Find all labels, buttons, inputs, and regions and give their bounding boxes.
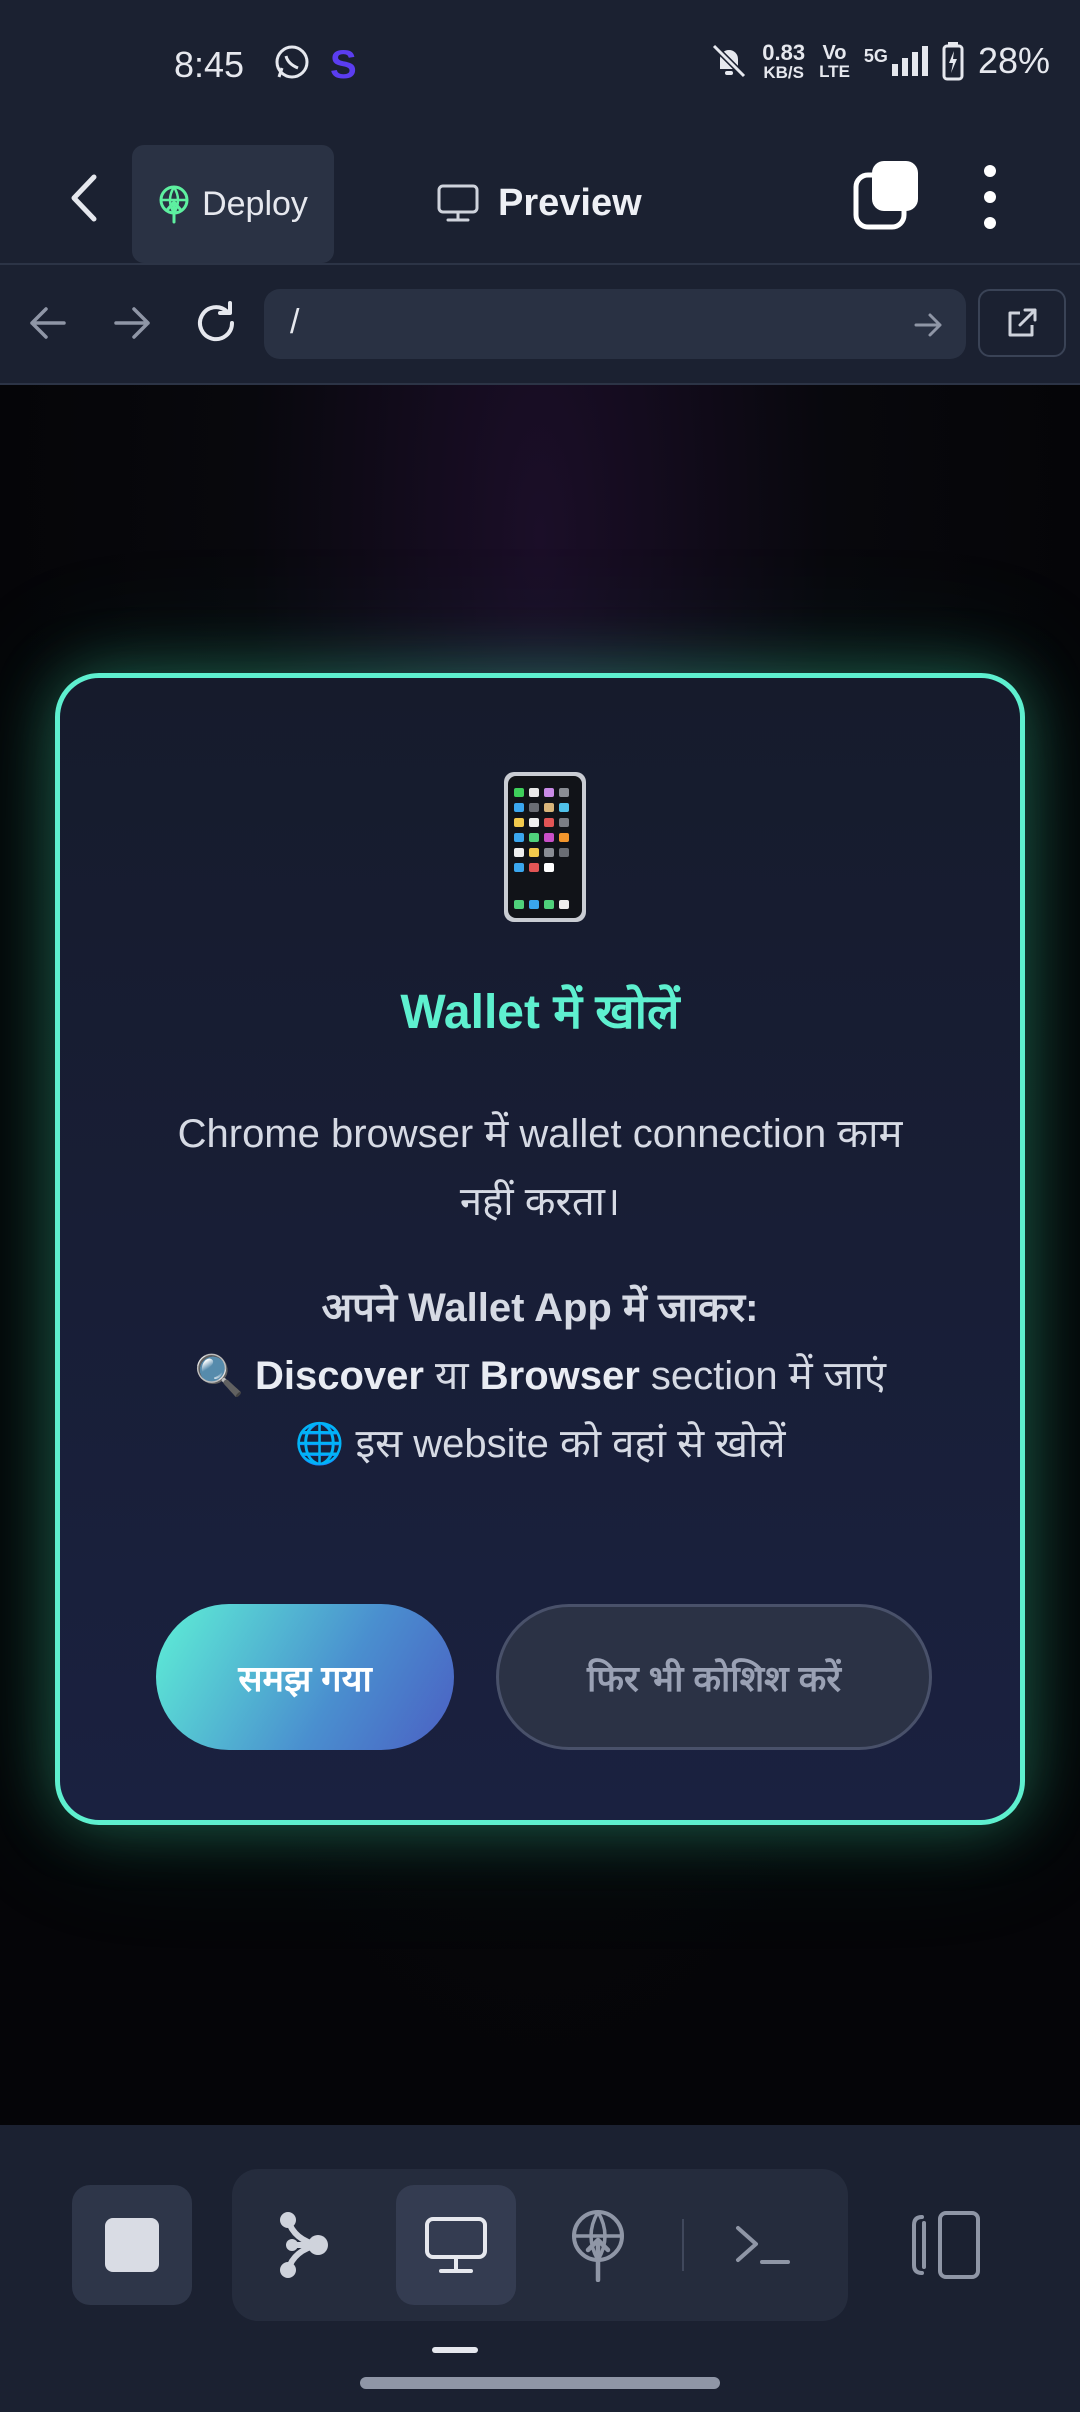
- url-input[interactable]: /: [264, 289, 966, 359]
- preview-tab[interactable]: Preview: [436, 153, 642, 253]
- side-panel-icon[interactable]: [910, 2207, 982, 2283]
- modal-description: Chrome browser में wallet connection काम…: [177, 1112, 903, 1224]
- instruction-discover: 🔍 Discover या Browser section में जाएं: [194, 1354, 886, 1398]
- terminal-button[interactable]: [702, 2185, 822, 2305]
- deploy-icon: [572, 2210, 624, 2282]
- stop-button[interactable]: [72, 2185, 192, 2305]
- preview-label: Preview: [498, 181, 642, 224]
- tabs-icon[interactable]: [852, 157, 922, 237]
- instructions-heading: अपने Wallet App में जाकर:: [321, 1286, 759, 1330]
- web-preview: Wallet में खोलें Chrome browser में wall…: [0, 385, 1080, 2125]
- monitor-icon: [437, 184, 479, 222]
- deploy-view-button[interactable]: [538, 2185, 658, 2305]
- mute-icon: [712, 43, 747, 79]
- stop-icon: [105, 2218, 159, 2272]
- home-indicator[interactable]: [360, 2377, 720, 2389]
- svg-text:S: S: [330, 44, 357, 84]
- mobile-phone-icon: [504, 772, 586, 922]
- deploy-label: Deploy: [202, 184, 308, 223]
- url-text: /: [290, 303, 300, 341]
- s-app-icon: S: [330, 44, 357, 84]
- separator: [682, 2219, 684, 2271]
- whatsapp-icon: [275, 45, 309, 79]
- app-toolbar: Deploy Preview: [0, 135, 1080, 265]
- reload-icon[interactable]: [190, 297, 242, 349]
- nav-forward-icon[interactable]: [106, 297, 158, 349]
- got-it-button[interactable]: समझ गया: [156, 1604, 454, 1750]
- browser-bar: /: [0, 265, 1080, 383]
- back-button[interactable]: [60, 163, 110, 233]
- open-external-button[interactable]: [978, 289, 1066, 357]
- status-bar: 8:45 S 0.83 KB/S Vo LTE 5G 28%: [0, 0, 1080, 135]
- magnifier-icon: 🔍: [194, 1354, 244, 1398]
- monitor-icon: [425, 2217, 487, 2273]
- modal-title: Wallet में खोलें: [400, 986, 680, 1039]
- instruction-open-site: 🌐 इस website को वहां से खोलें: [294, 1422, 786, 1466]
- status-right: 0.83 KB/S Vo LTE 5G 28%: [710, 40, 1050, 82]
- deploy-button[interactable]: Deploy: [132, 145, 334, 263]
- more-menu-icon[interactable]: [972, 157, 1008, 237]
- net-speed: 0.83 KB/S: [762, 39, 806, 82]
- graph-button[interactable]: [242, 2185, 362, 2305]
- battery-charging-icon: [942, 42, 964, 81]
- open-external-icon: [1008, 308, 1037, 337]
- graph-icon: [280, 2212, 328, 2278]
- volte-icon: Vo LTE: [819, 41, 850, 81]
- try-anyway-button[interactable]: फिर भी कोशिश करें: [496, 1604, 932, 1750]
- preview-view-button[interactable]: [396, 2185, 516, 2305]
- go-arrow-icon[interactable]: [910, 307, 946, 343]
- wallet-modal: Wallet में खोलें Chrome browser में wall…: [55, 673, 1025, 1825]
- drag-handle: [432, 2347, 478, 2353]
- nav-back-icon[interactable]: [22, 297, 74, 349]
- battery-percent: 28%: [977, 40, 1050, 81]
- terminal-icon: [736, 2226, 790, 2264]
- globe-icon: 🌐: [294, 1422, 345, 1466]
- view-switcher: [232, 2169, 848, 2321]
- bottom-bar: [0, 2125, 1080, 2412]
- status-time: 8:45: [174, 44, 245, 85]
- 5g-signal-icon: 5G: [864, 46, 928, 76]
- deploy-icon: [159, 185, 189, 224]
